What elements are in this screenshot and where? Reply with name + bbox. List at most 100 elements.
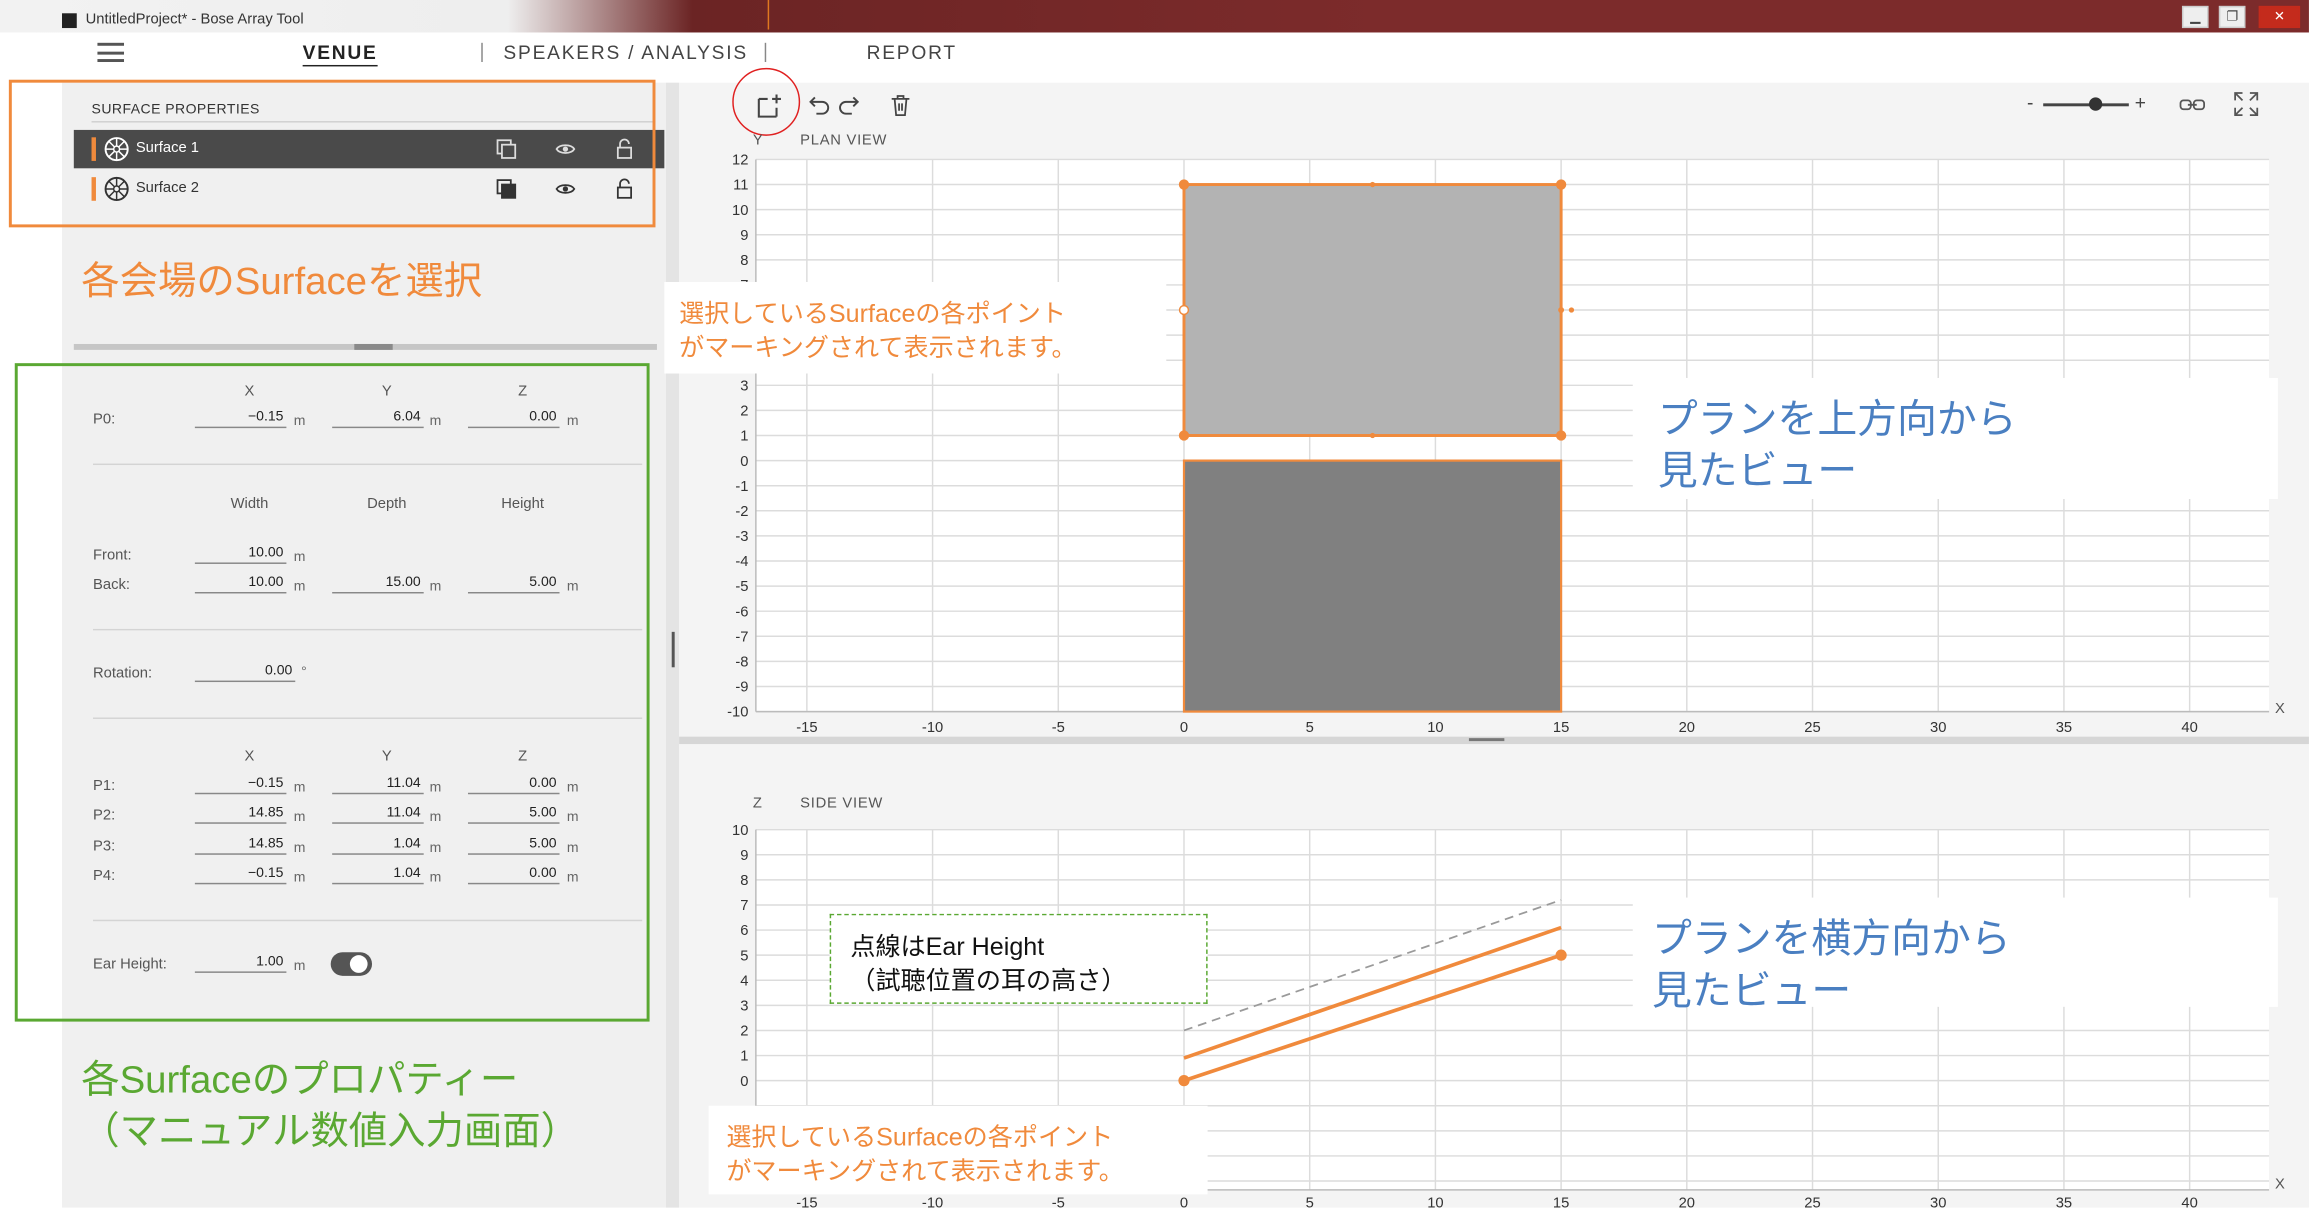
p3-z-input[interactable]: 5.00 xyxy=(467,836,560,855)
tab-report[interactable]: REPORT xyxy=(867,41,957,63)
back-depth-input[interactable]: 15.00 xyxy=(332,574,424,594)
p4-y-input[interactable]: 1.04 xyxy=(332,865,424,885)
callout-text-line1: 選択しているSurfaceの各ポイント xyxy=(726,1123,1114,1152)
z-tick-label: 3 xyxy=(740,999,748,1015)
col-header-height: Height xyxy=(501,496,544,513)
p0-y-input[interactable]: 6.04 xyxy=(332,409,424,429)
trash-icon[interactable] xyxy=(889,93,913,117)
back-width-input[interactable]: 10.00 xyxy=(194,574,287,594)
ear-note-line1: 点線はEar Height xyxy=(850,933,1045,962)
plan-desc-line2: 見たビュー xyxy=(1657,448,1858,494)
ear-height-toggle[interactable] xyxy=(330,952,373,976)
hamburger-menu-icon[interactable] xyxy=(97,42,125,63)
p1-z-input[interactable]: 0.00 xyxy=(467,775,560,795)
rotation-handle-marker xyxy=(1568,307,1575,313)
surface-2-shape xyxy=(1182,459,1563,713)
y-tick-label: 11 xyxy=(733,178,748,194)
app-icon xyxy=(62,13,77,29)
p0-x-input[interactable]: −0.15 xyxy=(194,409,287,429)
col-header-z: Z xyxy=(518,383,528,401)
z-tick-label: 10 xyxy=(732,823,748,839)
surface-point-marker xyxy=(1555,179,1567,190)
link-icon[interactable] xyxy=(2179,96,2206,114)
unit-label: m xyxy=(429,578,442,595)
zoom-in-button[interactable]: + xyxy=(2135,92,2146,114)
degree-unit-label: ° xyxy=(301,664,307,681)
plan-desc-line1: プランを上方向から xyxy=(1657,397,2017,442)
window-title: UntitledProject* - Bose Array Tool xyxy=(85,11,304,29)
minimize-button[interactable]: ▁ xyxy=(2181,5,2209,29)
side-view-description-box: プランを横方向から 見たビュー xyxy=(1632,897,2278,1013)
panel-divider-handle[interactable] xyxy=(354,343,393,350)
back-height-input[interactable]: 5.00 xyxy=(467,574,560,594)
ear-note-line2: （試聴位置の耳の高さ） xyxy=(850,966,1127,996)
divider xyxy=(93,628,643,631)
p2-label: P2: xyxy=(93,807,116,824)
front-width-input[interactable]: 10.00 xyxy=(194,545,287,564)
zoom-out-button[interactable]: - xyxy=(2027,92,2033,114)
p1-y-input[interactable]: 11.04 xyxy=(332,775,424,795)
surface-1-shape xyxy=(1182,183,1563,437)
unit-label: m xyxy=(293,809,306,826)
unit-label: m xyxy=(429,779,442,796)
points-marked-callout-plan: 選択しているSurfaceの各ポイント がマーキングされて表示されます。 xyxy=(664,281,1167,374)
p0-z-input[interactable]: 0.00 xyxy=(467,409,560,429)
rotation-input[interactable]: 0.00 xyxy=(194,663,296,683)
title-bar: UntitledProject* - Bose Array Tool ▁ ❐ ✕ xyxy=(0,0,2309,33)
fullscreen-icon[interactable] xyxy=(2234,92,2259,117)
unit-label: m xyxy=(566,869,579,886)
p3-y-input[interactable]: 1.04 xyxy=(332,836,424,855)
splitter-handle[interactable] xyxy=(671,631,675,668)
front-label: Front: xyxy=(93,547,132,564)
x-tick-label: 15 xyxy=(1553,720,1569,736)
y-tick-label: 10 xyxy=(732,203,748,219)
col-header-x: X xyxy=(244,748,255,765)
divider xyxy=(93,717,643,719)
z-tick-label: 2 xyxy=(740,1024,748,1040)
p0-label: P0: xyxy=(93,411,116,429)
undo-icon[interactable] xyxy=(808,93,832,117)
divider xyxy=(93,463,643,466)
x-tick-label: 10 xyxy=(1427,720,1443,736)
y-tick-label: -1 xyxy=(735,479,748,495)
close-button[interactable]: ✕ xyxy=(2258,5,2301,29)
col-header-x: X xyxy=(244,383,255,401)
plan-view-label: PLAN VIEW xyxy=(800,132,888,150)
tab-speakers-analysis[interactable]: SPEAKERS / ANALYSIS xyxy=(503,41,748,63)
col-header-z: Z xyxy=(518,748,528,765)
nav-separator xyxy=(481,42,483,63)
p4-z-input[interactable]: 0.00 xyxy=(467,865,560,885)
p4-x-input[interactable]: −0.15 xyxy=(194,865,287,885)
surface-midpoint-marker xyxy=(1178,304,1190,316)
y-tick-label: 3 xyxy=(740,378,748,394)
p1-x-input[interactable]: −0.15 xyxy=(194,775,287,795)
p2-x-input[interactable]: 14.85 xyxy=(194,805,287,824)
x-tick-label: -5 xyxy=(1052,720,1065,736)
p2-z-input[interactable]: 5.00 xyxy=(467,805,560,824)
nav-separator xyxy=(764,42,767,63)
x-tick-label: 30 xyxy=(1930,720,1946,736)
y-tick-label: -9 xyxy=(735,680,748,696)
unit-label: m xyxy=(293,869,306,886)
p3-label: P3: xyxy=(93,838,116,855)
surface-point-marker xyxy=(1555,430,1567,441)
y-tick-label: -6 xyxy=(735,604,748,620)
redo-icon[interactable] xyxy=(837,93,861,117)
x-tick-label: 0 xyxy=(1180,720,1188,736)
p3-x-input[interactable]: 14.85 xyxy=(194,836,287,855)
maximize-button[interactable]: ❐ xyxy=(2218,5,2246,29)
zoom-slider-track[interactable] xyxy=(2043,103,2129,106)
unit-label: m xyxy=(293,413,306,430)
z-tick-label: 7 xyxy=(740,898,748,914)
plan-view-description-box: プランを上方向から 見たビュー xyxy=(1632,377,2278,499)
side-z-axis-label: Z xyxy=(752,795,763,812)
points-marked-callout-side: 選択しているSurfaceの各ポイント がマーキングされて表示されます。 xyxy=(708,1105,1208,1195)
side-desc-line2: 見たビュー xyxy=(1651,968,1852,1013)
ear-height-input[interactable]: 1.00 xyxy=(194,954,287,973)
view-splitter-handle[interactable] xyxy=(1468,738,1505,742)
surface-point-marker xyxy=(1178,1075,1190,1087)
tab-venue[interactable]: VENUE xyxy=(303,41,378,63)
p2-y-input[interactable]: 11.04 xyxy=(332,805,424,824)
divider xyxy=(93,919,643,922)
y-tick-label: 9 xyxy=(740,228,748,244)
